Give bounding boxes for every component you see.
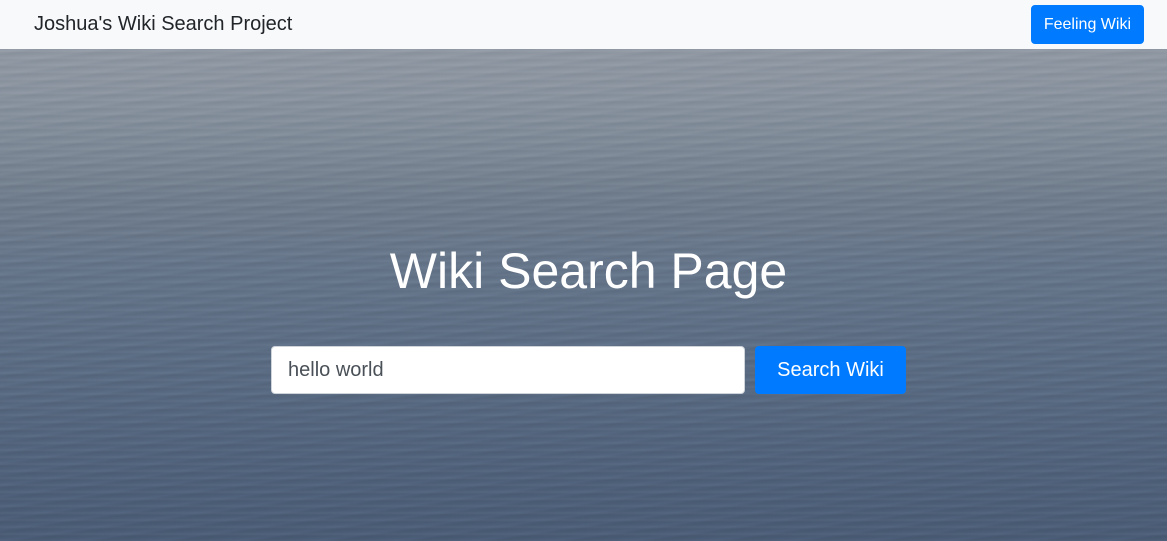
search-form: Search Wiki — [271, 346, 906, 394]
search-wiki-button[interactable]: Search Wiki — [755, 346, 906, 394]
page-title: Wiki Search Page — [389, 243, 788, 299]
top-navbar: Joshua's Wiki Search Project Feeling Wik… — [0, 0, 1167, 49]
search-input[interactable] — [271, 346, 745, 394]
hero-section: Wiki Search Page Search Wiki — [0, 49, 1167, 541]
feeling-wiki-button[interactable]: Feeling Wiki — [1030, 5, 1144, 44]
navbar-brand[interactable]: Joshua's Wiki Search Project — [34, 13, 292, 36]
